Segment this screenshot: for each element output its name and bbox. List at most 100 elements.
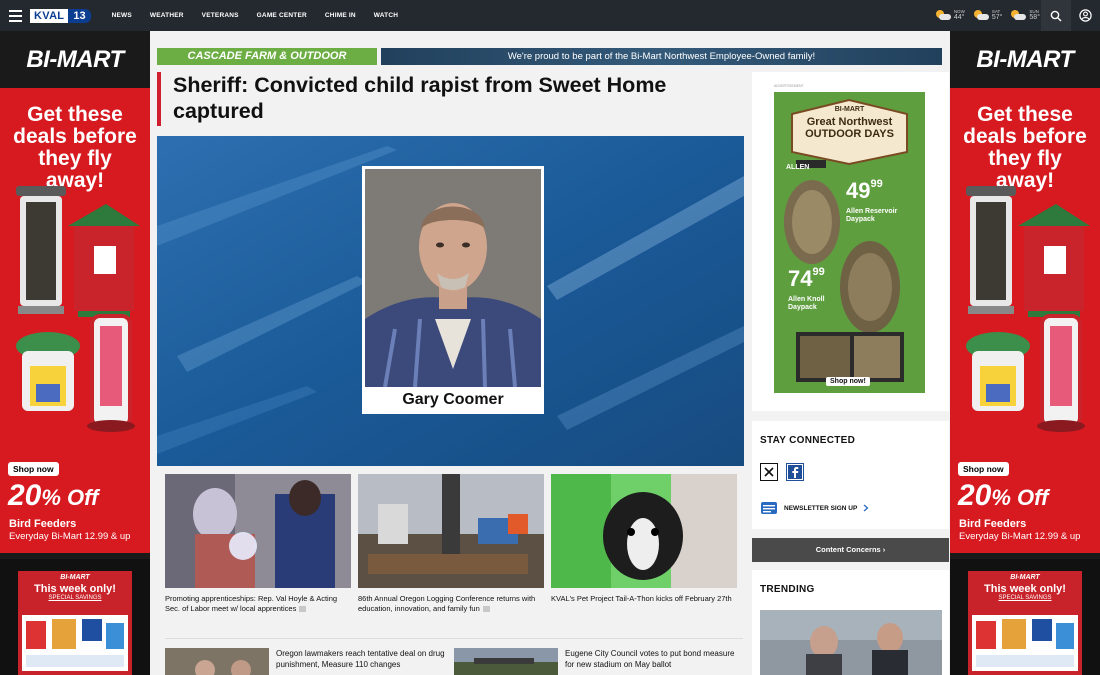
- menu-icon[interactable]: [2, 0, 28, 31]
- outdoor-days-creative[interactable]: BI-MART Great Northwest OUTDOOR DAYS ALL…: [774, 92, 925, 393]
- weekly-ad-products: [22, 615, 128, 671]
- ad-label: ADVERTISEMENT: [774, 84, 804, 88]
- weekly-ad-products: [972, 615, 1078, 671]
- newsletter-label: NEWSLETTER SIGN UP: [784, 504, 858, 512]
- story-image[interactable]: [358, 474, 544, 588]
- story-title[interactable]: 86th Annual Oregon Logging Conference re…: [358, 594, 544, 614]
- trending-section: TRENDING: [752, 570, 949, 675]
- mini-story-title[interactable]: Eugene City Council votes to put bond me…: [565, 648, 735, 675]
- newsletter-icon: [761, 502, 777, 514]
- search-button[interactable]: [1041, 0, 1071, 31]
- price-reservoir: 4999: [846, 178, 883, 204]
- weekly-deals-ad[interactable]: BI-MART This week only! SPECIAL SAVINGS: [950, 559, 1100, 675]
- weekly-ad-card: BI-MART This week only! SPECIAL SAVINGS: [968, 571, 1082, 675]
- weekly-ad-card: BI-MART This week only! SPECIAL SAVINGS: [18, 571, 132, 675]
- story-card[interactable]: 86th Annual Oregon Logging Conference re…: [358, 474, 544, 624]
- discount-value: 20: [958, 479, 992, 512]
- weather-temp: 44°: [953, 14, 965, 22]
- mini-story-image[interactable]: [165, 648, 269, 675]
- discount-value: 20: [8, 479, 42, 512]
- mini-story-image[interactable]: [454, 648, 558, 675]
- newsletter-signup[interactable]: NEWSLETTER SIGN UP: [760, 500, 869, 516]
- ad-subline: Everyday Bi-Mart 12.99 & up: [959, 531, 1081, 542]
- bird-feeder-ad[interactable]: Get these deals before they fly away! Sh…: [950, 88, 1100, 553]
- left-rail-ad[interactable]: BI-MART Get these deals before they fly …: [0, 31, 150, 675]
- mini-story[interactable]: Eugene City Council votes to put bond me…: [454, 648, 735, 675]
- item-knoll: Allen Knoll Daypack: [788, 296, 825, 311]
- story-card[interactable]: Promoting apprenticeships: Rep. Val Hoyl…: [165, 474, 351, 624]
- nav-item-veterans[interactable]: VETERANS: [193, 12, 248, 19]
- top-nav: KVAL 13 NEWS WEATHER VETERANS GAME CENTE…: [0, 0, 1100, 31]
- bird-feeder-illustration: [966, 186, 1090, 432]
- story-title-text: Promoting apprenticeships: Rep. Val Hoyl…: [165, 594, 338, 613]
- hero-image[interactable]: Gary Coomer: [157, 136, 744, 466]
- weekly-ad-title: This week only!: [34, 583, 116, 595]
- partly-cloudy-icon: [973, 10, 989, 21]
- bird-feeder-illustration: [16, 186, 140, 432]
- logo-number: 13: [68, 8, 91, 23]
- sponsor-banner[interactable]: CASCADE FARM & OUTDOOR We're proud to be…: [157, 48, 942, 65]
- ad-headline: Get these deals before they fly away!: [963, 103, 1087, 192]
- ad-product: Bird Feeders: [9, 518, 77, 530]
- facebook-icon: [788, 465, 802, 479]
- story-title-text: KVAL's Pet Project Tail-A-Thon kicks off…: [551, 594, 732, 603]
- mini-story[interactable]: Oregon lawmakers reach tentative deal on…: [165, 648, 446, 675]
- weather-sun: SUN 58°: [1010, 9, 1040, 22]
- content-concerns-button[interactable]: Content Concerns ›: [752, 538, 949, 562]
- story-image[interactable]: [551, 474, 737, 588]
- nav-item-news[interactable]: NEWS: [103, 12, 141, 19]
- logo-text: KVAL: [30, 8, 69, 23]
- discount-text: 20% Off: [8, 480, 98, 514]
- x-twitter-button[interactable]: [760, 463, 778, 481]
- outdoor-days-title: BI-MART Great Northwest OUTDOOR DAYS: [796, 104, 903, 140]
- facebook-button[interactable]: [786, 463, 804, 481]
- weather-temp: 58°: [1029, 14, 1040, 22]
- discount-suffix: % Off: [41, 485, 99, 510]
- nav-item-weather[interactable]: WEATHER: [141, 12, 193, 19]
- account-button[interactable]: [1070, 0, 1100, 31]
- mugshot-photo: [365, 169, 541, 387]
- allen-brand: ALLEN: [786, 164, 810, 171]
- story-grid: Promoting apprenticeships: Rep. Val Hoyl…: [165, 474, 743, 624]
- partly-cloudy-icon: [1010, 10, 1027, 21]
- story-image[interactable]: [165, 474, 351, 588]
- nav-item-chime-in[interactable]: CHIME IN: [316, 12, 365, 19]
- story-title[interactable]: Promoting apprenticeships: Rep. Val Hoyl…: [165, 594, 351, 614]
- weekly-deals-ad[interactable]: BI-MART This week only! SPECIAL SAVINGS: [0, 559, 150, 675]
- outdoor-days-ad[interactable]: ADVERTISEMENT BI-MART Great Northwest OU…: [752, 72, 949, 411]
- price-knoll: 7499: [788, 266, 825, 292]
- ad-product: Bird Feeders: [959, 518, 1027, 530]
- story-card[interactable]: KVAL's Pet Project Tail-A-Thon kicks off…: [551, 474, 737, 624]
- article-headline: Sheriff: Convicted child rapist from Swe…: [173, 73, 667, 123]
- ad-subline: Everyday Bi-Mart 12.99 & up: [9, 531, 131, 542]
- shop-now-button[interactable]: Shop now: [8, 462, 59, 476]
- mugshot-name: Gary Coomer: [402, 391, 504, 408]
- weekly-ad-title: This week only!: [984, 583, 1066, 595]
- right-rail-ad[interactable]: BI-MART Get these deals before they fly …: [950, 31, 1100, 675]
- weather-forecast[interactable]: NOW 44° SAT 57° SUN 58°: [935, 0, 1040, 31]
- bird-feeder-ad[interactable]: Get these deals before they fly away! Sh…: [0, 88, 150, 553]
- mini-story-title[interactable]: Oregon lawmakers reach tentative deal on…: [276, 648, 446, 675]
- story-title[interactable]: KVAL's Pet Project Tail-A-Thon kicks off…: [551, 594, 737, 604]
- trending-image[interactable]: [760, 610, 942, 675]
- partly-cloudy-icon: [935, 10, 951, 21]
- banner-brand: CASCADE FARM & OUTDOOR: [157, 48, 377, 65]
- banner-message: We're proud to be part of the Bi-Mart No…: [381, 48, 942, 65]
- outdoor-days-brand: BI-MART: [834, 106, 865, 113]
- discount-suffix: % Off: [991, 485, 1049, 510]
- main-content: CASCADE FARM & OUTDOOR We're proud to be…: [150, 31, 950, 675]
- site-logo[interactable]: KVAL 13: [30, 7, 91, 25]
- price-knoll-dollars: 74: [788, 266, 813, 291]
- bimart-logo: BI-MART: [0, 31, 150, 88]
- side-ad-shop-button[interactable]: Shop now!: [826, 377, 870, 386]
- weather-temp: 57°: [991, 14, 1003, 22]
- weather-now: NOW 44°: [935, 9, 965, 22]
- stay-connected-title: STAY CONNECTED: [760, 435, 856, 446]
- nav-item-watch[interactable]: WATCH: [365, 12, 407, 19]
- price-reservoir-cents: 99: [870, 178, 883, 190]
- weekly-ad-logo: BI-MART: [60, 574, 90, 581]
- shop-now-button[interactable]: Shop now: [958, 462, 1009, 476]
- nav-item-game-center[interactable]: GAME CENTER: [248, 12, 316, 19]
- weekly-ad-sub: SPECIAL SAVINGS: [998, 595, 1052, 601]
- weekly-ad-logo: BI-MART: [1010, 574, 1040, 581]
